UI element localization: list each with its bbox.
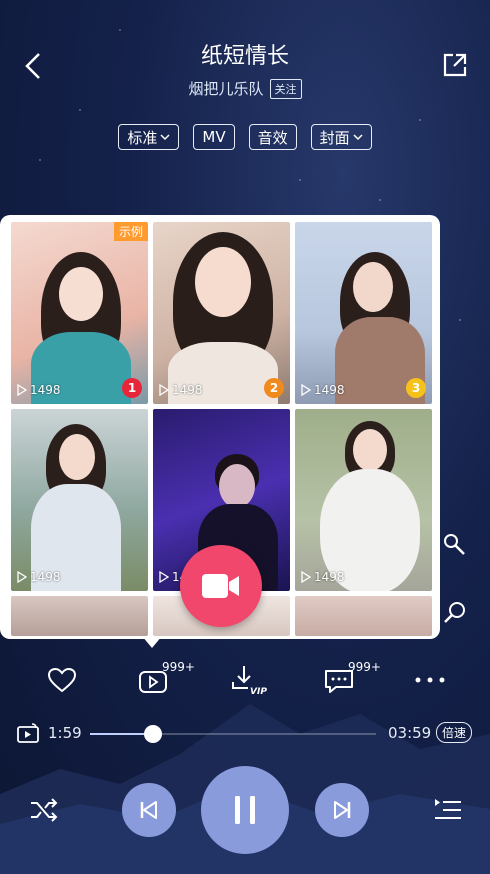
rank-badge: 3 <box>406 378 426 398</box>
video-card[interactable]: 示例 1498 1 <box>11 222 148 404</box>
playlist-button[interactable] <box>430 792 466 828</box>
search-lyrics-button[interactable] <box>440 598 470 628</box>
like-button[interactable] <box>44 660 80 700</box>
comment-button[interactable]: 999+ <box>324 660 384 700</box>
play-icon <box>159 571 169 583</box>
play-count-value: 1498 <box>30 570 61 584</box>
mv-count: 999+ <box>162 660 195 674</box>
play-count: 1498 <box>159 383 203 397</box>
panel-pointer <box>142 636 162 648</box>
quality-chip[interactable]: 标准 <box>118 124 180 150</box>
speed-button[interactable]: 倍速 <box>436 722 473 743</box>
top-bar: 纸短情长 烟把儿乐队 关注 <box>0 0 490 110</box>
pause-icon <box>235 796 255 824</box>
playlist-icon <box>435 799 461 819</box>
search-icon <box>444 602 465 623</box>
more-icon <box>415 677 445 683</box>
shuffle-icon <box>31 798 58 822</box>
play-icon <box>159 384 169 396</box>
play-count: 1498 <box>17 383 61 397</box>
sound-effect-chip[interactable]: 音效 <box>248 124 297 150</box>
action-bar: 999+ VIP 999+ <box>0 660 490 700</box>
progress-knob[interactable] <box>143 725 162 743</box>
rank-badge: 1 <box>122 378 142 398</box>
skip-previous-icon <box>140 801 157 819</box>
chip-label: 封面 <box>319 128 350 147</box>
video-card[interactable]: 1498 2 <box>153 222 290 404</box>
vip-tag: VIP <box>250 687 267 696</box>
chevron-down-icon <box>160 134 170 141</box>
current-time: 1:59 <box>48 724 82 742</box>
follow-button[interactable]: 关注 <box>269 78 302 99</box>
play-count-value: 1498 <box>30 383 61 397</box>
play-icon <box>17 571 27 583</box>
mv-button[interactable]: 999+ <box>138 660 198 700</box>
play-count-value: 1498 <box>314 383 345 397</box>
video-card[interactable] <box>11 596 148 636</box>
play-icon <box>301 384 311 396</box>
video-camera-icon <box>202 574 239 598</box>
artist-name[interactable]: 烟把儿乐队 <box>188 78 263 99</box>
play-icon <box>17 384 27 396</box>
video-card[interactable]: 1498 <box>11 409 148 591</box>
heart-icon <box>47 667 77 693</box>
play-icon <box>301 571 311 583</box>
play-count: 1498 <box>301 383 345 397</box>
mode-chips: 标准 MV 音效 封面 <box>0 124 490 150</box>
chip-label: 标准 <box>127 128 158 147</box>
karaoke-button[interactable] <box>440 530 470 560</box>
video-card[interactable]: 1498 <box>295 409 432 591</box>
download-button[interactable]: VIP <box>228 660 272 700</box>
cover-chip[interactable]: 封面 <box>310 124 372 150</box>
playback-controls <box>0 760 490 860</box>
share-button[interactable] <box>438 48 472 82</box>
play-count-value: 1498 <box>172 383 203 397</box>
artist-row: 烟把儿乐队 关注 <box>0 78 490 99</box>
share-icon <box>443 53 467 77</box>
total-time: 03:59 <box>388 724 432 742</box>
progress-row: 1:59 03:59 倍速 <box>0 720 490 746</box>
mv-chip[interactable]: MV <box>193 124 235 150</box>
pause-button[interactable] <box>201 766 289 854</box>
next-button[interactable] <box>315 783 369 837</box>
sample-tag: 示例 <box>113 222 148 241</box>
play-count: 1498 <box>17 570 61 584</box>
chip-label: MV <box>202 128 226 146</box>
video-card[interactable]: 1498 3 <box>295 222 432 404</box>
previous-button[interactable] <box>122 783 176 837</box>
play-count-value: 1498 <box>314 570 345 584</box>
video-card[interactable] <box>295 596 432 636</box>
chip-label: 音效 <box>257 128 288 147</box>
record-video-button[interactable] <box>180 545 262 627</box>
microphone-icon <box>444 534 465 555</box>
download-icon: VIP <box>232 666 267 696</box>
progress-track[interactable] <box>90 725 376 743</box>
rank-badge: 2 <box>264 378 284 398</box>
shuffle-button[interactable] <box>26 792 62 828</box>
more-button[interactable] <box>412 660 448 700</box>
skip-next-icon <box>334 801 351 819</box>
cast-button[interactable] <box>16 722 40 748</box>
play-count: 1498 <box>301 570 345 584</box>
song-title: 纸短情长 <box>200 44 289 69</box>
cast-icon <box>17 723 39 743</box>
comment-count: 999+ <box>348 660 381 674</box>
chevron-down-icon <box>353 134 363 141</box>
